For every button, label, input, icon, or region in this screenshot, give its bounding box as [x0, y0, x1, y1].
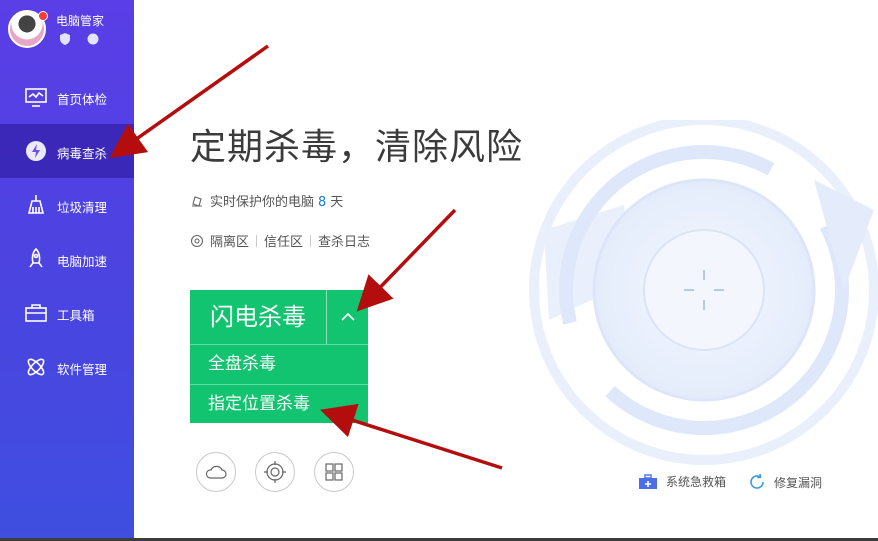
profile: 电脑管家: [8, 10, 128, 54]
wechat-badge-icon[interactable]: [86, 32, 100, 46]
sidebar-item-label: 垃圾清理: [57, 200, 108, 215]
crosshair-icon: [190, 234, 204, 247]
full-scan-option[interactable]: 全盘杀毒: [190, 344, 368, 384]
divider: [310, 234, 312, 247]
sidebar-item-speedup[interactable]: 电脑加速: [0, 232, 134, 286]
trust-zone-link[interactable]: 信任区: [264, 231, 303, 250]
protection-text: 实时保护你的电脑: [210, 195, 315, 210]
sidebar-item-label: 病毒查杀: [57, 146, 108, 161]
rescue-kit-label: 系统急救箱: [666, 475, 727, 489]
sidebar-item-home-check[interactable]: 首页体检: [0, 70, 134, 124]
broom-icon: [27, 195, 45, 214]
sidebar-nav: 首页体检 病毒查杀 垃圾清理 电脑加速 工具箱 软件管理: [0, 70, 134, 394]
toolbox-icon: [639, 473, 657, 489]
sidebar-item-label: 首页体检: [57, 92, 108, 107]
custom-scan-option[interactable]: 指定位置杀毒: [190, 384, 368, 423]
sidebar-item-label: 软件管理: [57, 362, 108, 377]
rescue-kit-tool[interactable]: 系统急救箱: [638, 473, 726, 490]
protection-days: 8: [318, 195, 327, 210]
system-scan-button[interactable]: [314, 452, 354, 492]
cloud-icon: [205, 465, 227, 479]
windows-icon: [325, 463, 343, 481]
sidebar-item-toolbox[interactable]: 工具箱: [0, 286, 134, 340]
cloud-scan-button[interactable]: [196, 452, 236, 492]
quick-scan-button[interactable]: 闪电杀毒: [190, 290, 326, 344]
sidebar-item-label: 电脑加速: [57, 254, 108, 269]
quick-links: 隔离区 信任区 查杀日志: [190, 231, 370, 250]
target-icon: [264, 461, 286, 483]
repair-vuln-tool[interactable]: 修复漏洞: [748, 473, 822, 491]
bell-icon: [192, 196, 202, 207]
repair-vuln-label: 修复漏洞: [774, 475, 823, 490]
chevron-up-icon: [340, 312, 355, 321]
refresh-icon: [750, 473, 764, 489]
quarantine-link[interactable]: 隔离区: [210, 231, 249, 250]
monitor-icon: [25, 88, 47, 107]
radar-decoration: [529, 120, 878, 465]
main-panel: 定期杀毒，清除风险 实时保护你的电脑 8 天 隔离区 信任区 查杀日志 闪电杀毒 全…: [134, 0, 878, 541]
apps-icon: [27, 358, 45, 376]
page-title: 定期杀毒，清除风险: [190, 127, 524, 168]
sidebar-item-junk-clean[interactable]: 垃圾清理: [0, 178, 134, 232]
divider: [256, 234, 258, 247]
rocket-icon: [29, 247, 43, 268]
app-name: 电脑管家: [56, 14, 105, 28]
scan-mode-buttons: [196, 452, 354, 492]
shield-badge-icon[interactable]: [58, 32, 72, 46]
sidebar-item-virus-scan[interactable]: 病毒查杀: [0, 124, 134, 178]
scan-main-row: 闪电杀毒: [190, 290, 368, 344]
sidebar: 电脑管家 首页体检 病毒查杀 垃圾清理 电脑加速 工具箱 软件管理: [0, 0, 134, 541]
notification-dot: [38, 11, 48, 21]
scan-log-link[interactable]: 查杀日志: [318, 231, 370, 250]
sidebar-item-software[interactable]: 软件管理: [0, 340, 134, 394]
scan-button-group: 闪电杀毒 全盘杀毒 指定位置杀毒: [190, 290, 368, 423]
target-scan-button[interactable]: [255, 452, 295, 492]
toolbox-icon: [25, 304, 47, 322]
protection-status: 实时保护你的电脑 8 天: [190, 191, 343, 210]
protection-unit: 天: [330, 195, 344, 210]
lightning-shield-icon: [26, 141, 46, 161]
sidebar-item-label: 工具箱: [57, 308, 95, 323]
scan-dropdown-toggle[interactable]: [327, 290, 368, 344]
